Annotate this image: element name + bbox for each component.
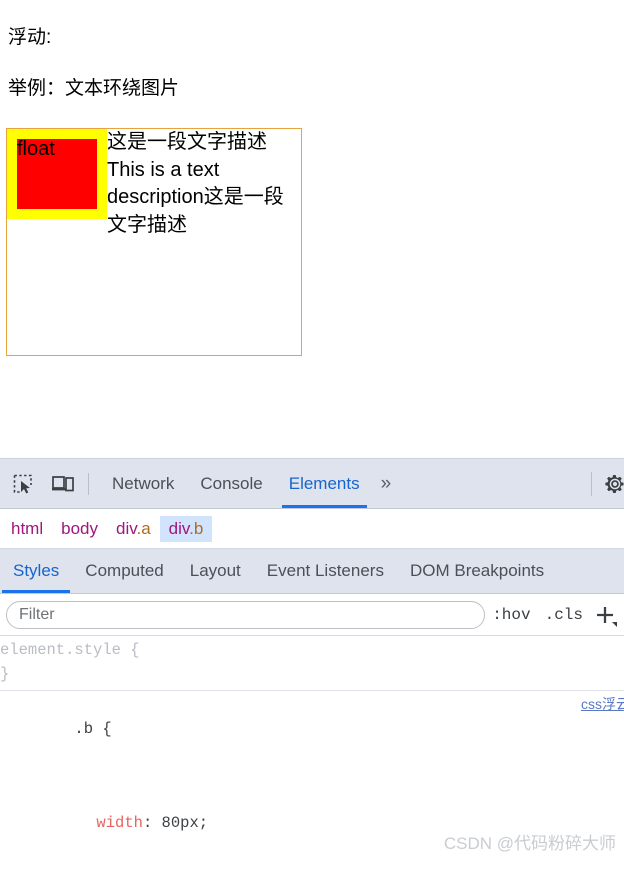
breadcrumb: html body div.a div.b — [0, 509, 624, 549]
toolbar-divider — [88, 472, 89, 495]
breadcrumb-item-div-b[interactable]: div.b — [159, 515, 213, 542]
toolbar-right-divider — [591, 471, 592, 496]
rule-selector[interactable]: element.style { — [0, 639, 624, 663]
breadcrumb-item-div-a[interactable]: div.a — [107, 516, 160, 542]
styles-rules-list: element.style { } .b { css浮云 width: 80px… — [0, 636, 624, 865]
tab-dom-breakpoints[interactable]: DOM Breakpoints — [397, 549, 557, 593]
toggle-element-classes-button[interactable]: .cls — [538, 606, 590, 624]
toggle-hover-state-button[interactable]: :hov — [485, 606, 537, 624]
styles-filter-bar: :hov .cls — [0, 594, 624, 636]
devtools-toolbar: Network Console Elements » — [0, 459, 624, 509]
breadcrumb-tag: html — [11, 518, 44, 538]
semicolon: ; — [198, 813, 209, 832]
tab-elements[interactable]: Elements — [276, 459, 373, 508]
breadcrumb-tag: body — [61, 518, 98, 538]
page-heading-float: 浮动: — [8, 27, 52, 48]
tab-layout[interactable]: Layout — [177, 549, 254, 593]
breadcrumb-tag: div — [116, 518, 137, 538]
toolbar-right-group — [591, 459, 624, 508]
rule-close-brace: } — [0, 664, 10, 683]
page-viewport: 浮动: 举例：文本环绕图片 float 这是一段文字描述This is a te… — [0, 0, 624, 458]
rule-selector-line: .b { css浮云 — [0, 694, 624, 788]
demo-container-div-a: float 这是一段文字描述This is a text description… — [6, 128, 302, 356]
style-rule-element-style[interactable]: element.style { } — [0, 636, 624, 692]
property-name[interactable]: width — [74, 814, 143, 832]
breadcrumb-class: .b — [189, 518, 204, 538]
style-rule-dot-b[interactable]: .b { css浮云 width: 80px; height: 70px; ba… — [0, 691, 624, 865]
tab-styles[interactable]: Styles — [0, 549, 72, 593]
tab-console[interactable]: Console — [187, 459, 275, 508]
declaration-width[interactable]: width: 80px; — [0, 788, 624, 859]
demo-float-box-div-b: float — [7, 129, 107, 219]
sidebar-pane-tabs: Styles Computed Layout Event Listeners D… — [0, 549, 624, 594]
tab-network[interactable]: Network — [99, 459, 187, 508]
rule-selector[interactable]: .b { — [74, 720, 111, 738]
tab-event-listeners[interactable]: Event Listeners — [254, 549, 397, 593]
inspect-element-icon[interactable] — [6, 467, 40, 501]
breadcrumb-item-html[interactable]: html — [2, 516, 52, 542]
devtools-panel: Network Console Elements » html body div… — [0, 458, 624, 876]
more-tabs-chevron-icon[interactable]: » — [373, 473, 398, 495]
devtools-tab-list: Network Console Elements — [99, 459, 373, 508]
new-style-rule-button[interactable] — [590, 600, 620, 630]
stylesheet-source-link[interactable]: css浮云 — [581, 694, 624, 715]
breadcrumb-tag: div — [168, 518, 190, 538]
tab-computed[interactable]: Computed — [72, 549, 176, 593]
property-value[interactable]: 80px — [162, 814, 199, 832]
page-heading-example: 举例：文本环绕图片 — [8, 78, 180, 99]
gear-icon[interactable] — [598, 467, 624, 501]
colon: : — [142, 813, 162, 832]
declaration-height[interactable]: height: 70px; — [0, 859, 624, 865]
breadcrumb-item-body[interactable]: body — [52, 516, 107, 542]
device-toolbar-icon[interactable] — [46, 467, 80, 501]
styles-filter-input[interactable] — [6, 600, 486, 629]
breadcrumb-class: .a — [136, 518, 151, 538]
